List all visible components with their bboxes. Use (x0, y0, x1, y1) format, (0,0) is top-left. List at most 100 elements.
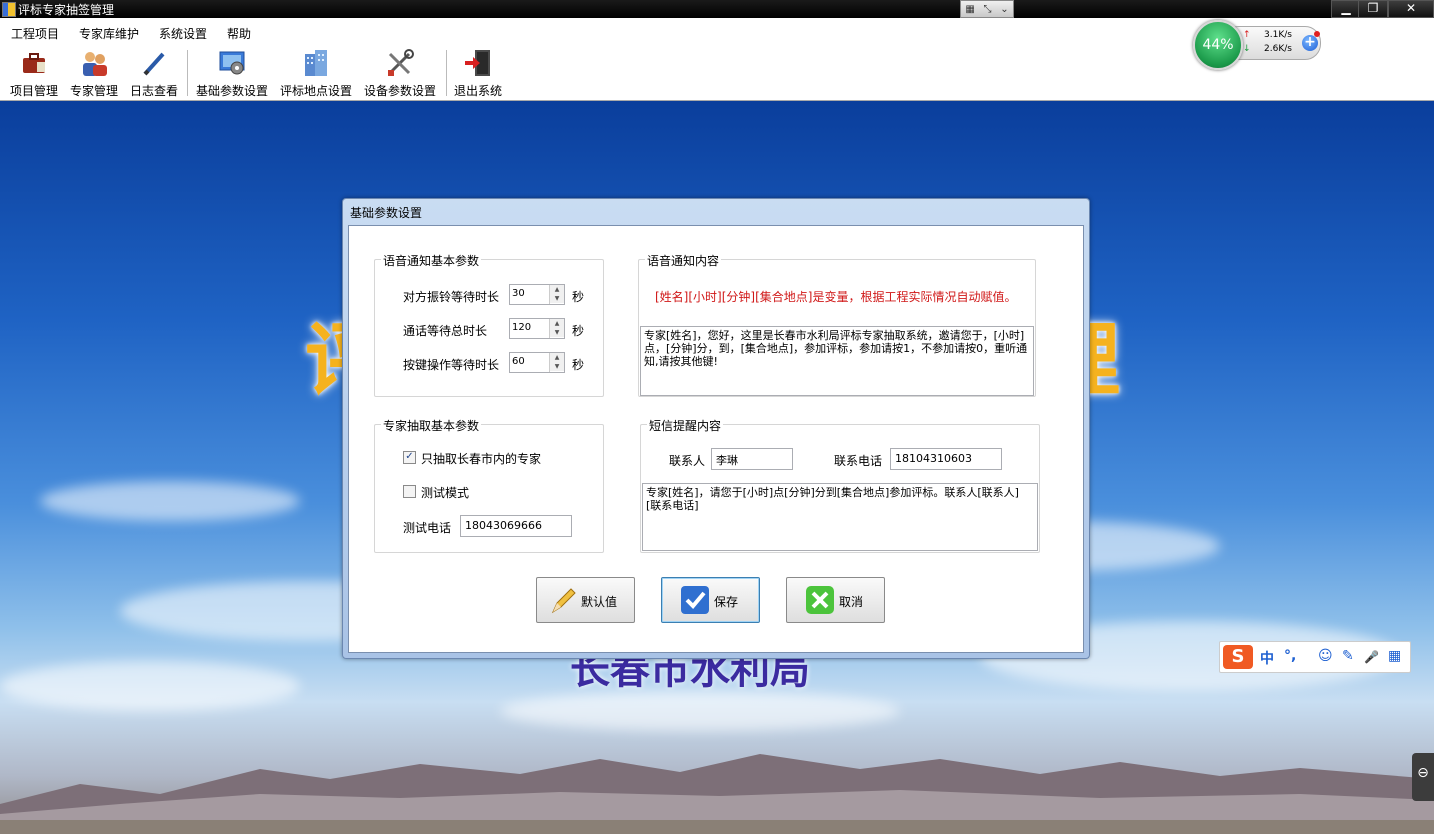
microphone-icon[interactable]: 🎤 (1364, 650, 1379, 664)
ime-toolbar[interactable]: S 中 °, ☺ ✎ 🎤 ▦ (1219, 641, 1411, 673)
app-icon (2, 2, 16, 17)
plus-icon[interactable]: + (1302, 35, 1318, 51)
expert-params-group: 专家抽取基本参数 ✓ 只抽取长春市内的专家 测试模式 测试电话 18043069… (374, 417, 604, 553)
pen-icon[interactable]: ✎ (1342, 648, 1354, 664)
up-arrow-icon[interactable]: ▲ (550, 353, 564, 362)
grid-icon[interactable]: ▦ (965, 4, 974, 15)
test-phone-value[interactable]: 18043069666 (465, 519, 542, 532)
test-mode-label[interactable]: 测试模式 (421, 484, 469, 501)
window-title-bar: 评标专家抽签管理 ▦ ⤡ ⌄ ▁ ❐ ✕ (0, 0, 1434, 18)
variables-note: [姓名][小时][分钟][集合地点]是变量，根据工程实际情况自动赋值。 (655, 290, 1017, 304)
upload-arrow-icon: ↑ (1243, 30, 1251, 40)
default-button-label: 默认值 (581, 595, 618, 609)
call-total-value[interactable]: 120 (512, 322, 531, 333)
down-arrow-icon[interactable]: ▼ (550, 362, 564, 371)
stepper-arrows[interactable]: ▲ ▼ (549, 285, 564, 304)
call-total-unit: 秒 (572, 324, 585, 338)
venue-settings-button[interactable]: 评标地点设置 (278, 48, 354, 98)
ime-lang-toggle[interactable]: 中 (1260, 648, 1274, 668)
contact-value[interactable]: 李琳 (716, 452, 738, 468)
restore-button[interactable]: ❐ (1358, 0, 1388, 18)
toolbar-separator (187, 50, 188, 96)
sms-content-textarea[interactable]: 专家[姓名]，请您于[小时]点[分钟]分到[集合地点]参加评标。联系人[联系人]… (642, 483, 1038, 551)
download-arrow-icon: ↓ (1243, 44, 1251, 54)
voice-params-group: 语音通知基本参数 对方振铃等待时长 30 ▲ ▼ 秒 通话等待总时长 120 ▲ ▼… (374, 252, 604, 397)
save-button-label: 保存 (714, 595, 739, 609)
voice-content-group: 语音通知内容 [姓名][小时][分钟][集合地点]是变量，根据工程实际情况自动赋… (638, 252, 1036, 397)
up-arrow-icon[interactable]: ▲ (550, 285, 564, 294)
project-manage-button[interactable]: 项目管理 (8, 48, 60, 98)
settings-screen-icon (217, 48, 247, 78)
ring-wait-stepper[interactable]: 30 ▲ ▼ (509, 284, 565, 305)
voice-params-title: 语音通知基本参数 (381, 252, 482, 269)
key-wait-value[interactable]: 60 (512, 356, 525, 367)
sogou-logo-icon[interactable]: S (1223, 645, 1253, 669)
only-local-checkbox[interactable]: ✓ (403, 451, 416, 464)
expert-manage-button[interactable]: 专家管理 (68, 48, 120, 98)
phone-value[interactable]: 18104310603 (895, 452, 972, 465)
upload-speed: 3.1K/s (1264, 30, 1292, 40)
key-wait-stepper[interactable]: 60 ▲ ▼ (509, 352, 565, 373)
pen-icon (139, 48, 169, 78)
remote-toolbar[interactable]: ▦ ⤡ ⌄ (960, 0, 1014, 18)
device-params-button[interactable]: 设备参数设置 (362, 48, 438, 98)
cancel-button-label: 取消 (839, 595, 864, 609)
test-mode-checkbox[interactable] (403, 485, 416, 498)
chevron-down-icon[interactable]: ⌄ (1000, 4, 1008, 15)
close-button[interactable]: ✕ (1388, 0, 1434, 18)
default-button[interactable]: 默认值 (536, 577, 635, 623)
memory-usage-ball[interactable]: 44% (1193, 20, 1243, 70)
menu-help[interactable]: 帮助 (227, 25, 251, 42)
stepper-arrows[interactable]: ▲ ▼ (549, 353, 564, 372)
window-title: 评标专家抽签管理 (18, 3, 115, 17)
contact-field[interactable]: 李琳 (711, 448, 793, 470)
sms-content-group: 短信提醒内容 联系人 李琳 联系电话 18104310603 专家[姓名]，请您… (640, 417, 1040, 553)
basic-params-button[interactable]: 基础参数设置 (194, 48, 270, 98)
people-icon (79, 48, 109, 78)
save-button[interactable]: 保存 (661, 577, 760, 623)
cancel-button[interactable]: 取消 (786, 577, 885, 623)
down-arrow-icon[interactable]: ▼ (550, 328, 564, 337)
voice-content-textarea[interactable]: 专家[姓名]，您好，这里是长春市水利局评标专家抽取系统，邀请您于，[小时]点，[… (640, 326, 1034, 396)
exit-system-button[interactable]: 退出系统 (452, 48, 504, 98)
log-view-button[interactable]: 日志查看 (128, 48, 180, 98)
ring-wait-label: 对方振铃等待时长 (403, 290, 500, 304)
call-total-stepper[interactable]: 120 ▲ ▼ (509, 318, 565, 339)
call-total-label: 通话等待总时长 (403, 324, 488, 338)
minimize-button[interactable]: ▁ (1331, 0, 1361, 18)
only-local-label[interactable]: 只抽取长春市内的专家 (421, 450, 541, 467)
notification-dot (1314, 31, 1320, 37)
expert-params-title: 专家抽取基本参数 (381, 417, 482, 434)
down-arrow-icon[interactable]: ▼ (550, 294, 564, 303)
emoji-icon[interactable]: ☺ (1318, 648, 1333, 664)
building-icon (301, 48, 331, 78)
venue-settings-label: 评标地点设置 (279, 84, 352, 98)
tools-icon (385, 48, 415, 78)
menu-system-settings[interactable]: 系统设置 (159, 25, 207, 42)
phone-field[interactable]: 18104310603 (890, 448, 1002, 470)
resize-icon[interactable]: ⤡ (984, 4, 992, 15)
menu-expert-library[interactable]: 专家库维护 (79, 25, 139, 42)
grid-menu-icon[interactable]: ▦ (1388, 648, 1401, 664)
network-speed-widget[interactable]: ↑ 3.1K/s ↓ 2.6K/s + 44% (1193, 20, 1323, 70)
briefcase-icon (19, 48, 49, 78)
cloud (0, 661, 300, 711)
dialog-title: 基础参数设置 (350, 206, 423, 220)
download-speed: 2.6K/s (1264, 44, 1292, 54)
side-panel-tab[interactable]: ⊖ (1412, 753, 1434, 801)
ime-punct-toggle[interactable]: °, (1284, 648, 1296, 664)
menu-projects[interactable]: 工程项目 (11, 25, 59, 42)
device-params-label: 设备参数设置 (363, 84, 436, 98)
up-arrow-icon[interactable]: ▲ (550, 319, 564, 328)
log-view-label: 日志查看 (129, 84, 178, 98)
basic-params-label: 基础参数设置 (195, 84, 268, 98)
contact-label: 联系人 (669, 454, 706, 468)
test-phone-field[interactable]: 18043069666 (460, 515, 572, 537)
cancel-x-icon (805, 585, 835, 615)
ring-wait-value[interactable]: 30 (512, 288, 525, 299)
dialog-body: 语音通知基本参数 对方振铃等待时长 30 ▲ ▼ 秒 通话等待总时长 120 ▲ ▼… (348, 225, 1084, 653)
key-wait-label: 按键操作等待时长 (403, 358, 500, 372)
exit-door-icon (463, 48, 493, 78)
expert-manage-label: 专家管理 (69, 84, 118, 98)
stepper-arrows[interactable]: ▲ ▼ (549, 319, 564, 338)
